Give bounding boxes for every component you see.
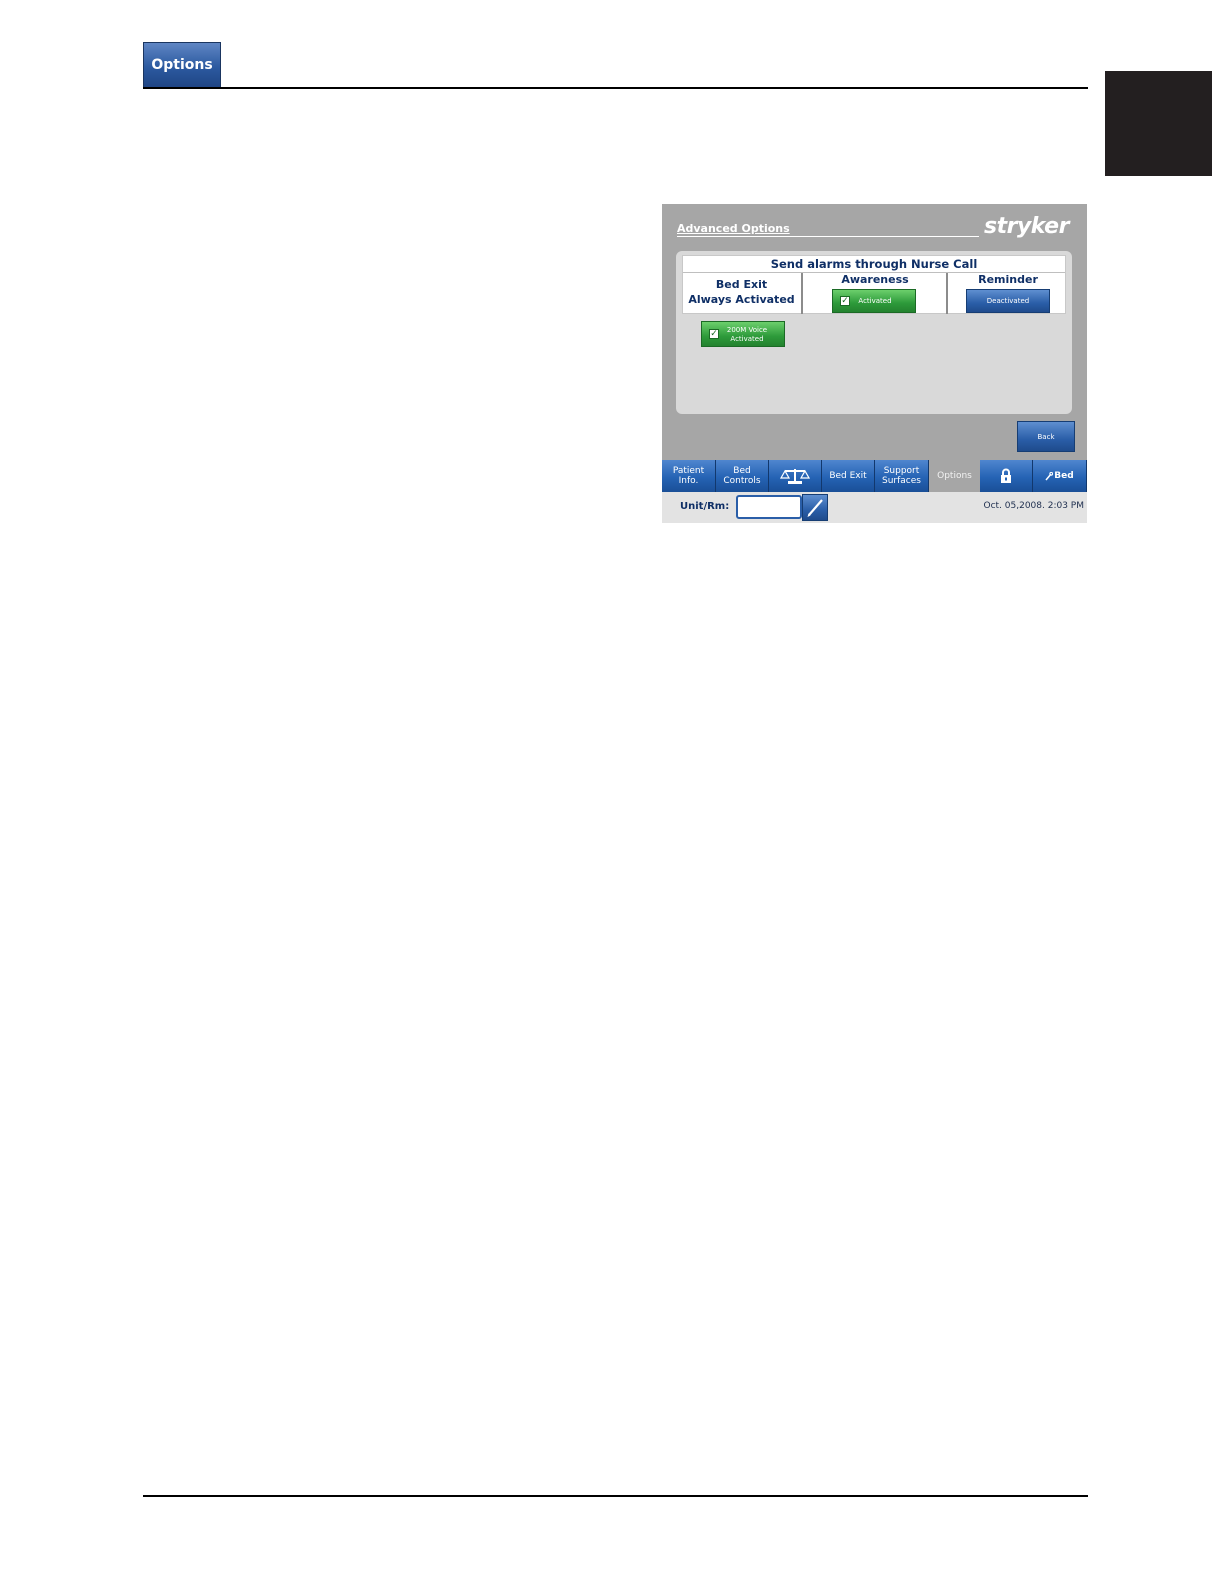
tab-label: Patient [672,466,705,476]
nurse-call-title: Send alarms through Nurse Call [770,257,978,271]
awareness-toggle-label: Activated [858,297,892,305]
voice-toggle-button[interactable]: ✓ 200M Voice Activated [701,321,785,347]
section-tab-options: Options [143,42,221,88]
back-button-label: Back [1037,432,1055,441]
awareness-toggle-button[interactable]: ✓ Activated [832,289,916,313]
checkbox-checked-icon: ✓ [840,296,850,306]
tab-options[interactable]: Options [929,460,980,492]
lock-icon [1001,468,1011,483]
header-rule [143,87,1088,89]
tab-label: Options [937,471,972,481]
edit-unit-button[interactable] [802,494,828,521]
thumb-index-tab [1105,71,1212,176]
date-time: Oct. 05,2008. 2:03 PM [983,501,1085,511]
tab-support-surfaces[interactable]: Support Surfaces [875,460,929,492]
tab-label: Support [883,466,920,476]
tab-label: Surfaces [882,476,921,486]
pencil-icon [807,499,823,517]
advanced-options-screen: Advanced Options stryker Send alarms thr… [662,204,1087,523]
options-panel: Send alarms through Nurse Call Bed Exit … [676,251,1072,414]
voice-toggle-label: 200M Voice [726,326,768,334]
tab-label: Info. [678,476,699,486]
tab-bed-controls[interactable]: Bed Controls [716,460,769,492]
bed-exit-status: Always Activated [688,293,795,306]
tab-label: Bed [1054,471,1074,481]
awareness-column: Awareness ✓ Activated [801,273,947,314]
reminder-toggle-button[interactable]: Deactivated [966,289,1050,313]
tab-label: Controls [723,476,761,486]
tab-lock[interactable] [980,460,1033,492]
reminder-heading: Reminder [978,273,1038,286]
bed-wrench-icon [1045,471,1054,480]
awareness-heading: Awareness [841,273,909,286]
checkbox-checked-icon: ✓ [709,329,719,339]
screen-title: Advanced Options [677,222,790,235]
reminder-toggle-label: Deactivated [986,297,1030,305]
unit-rm-label: Unit/Rm: [680,501,730,512]
tab-bed-service[interactable]: Bed [1033,460,1087,492]
reminder-column: Reminder Deactivated [946,273,1068,314]
stryker-logo: stryker [984,214,1069,239]
title-underline [677,236,979,237]
bed-exit-label: Bed Exit [715,278,768,291]
scale-icon [780,469,810,484]
tab-bed-exit[interactable]: Bed Exit [822,460,875,492]
status-bar: Unit/Rm: Oct. 05,2008. 2:03 PM [662,492,1087,523]
voice-toggle-status: Activated [730,335,764,343]
bottom-tab-bar: Patient Info. Bed Controls Bed Exit Suppor… [662,460,1087,492]
unit-rm-input[interactable] [736,495,802,519]
back-button[interactable]: Back [1017,421,1075,452]
bed-exit-column: Bed Exit Always Activated [683,273,800,314]
section-tab-label: Options [151,57,213,73]
tab-label: Bed [733,466,751,476]
tab-patient-info[interactable]: Patient Info. [662,460,716,492]
footer-rule [143,1495,1088,1497]
nurse-call-box: Send alarms through Nurse Call Bed Exit … [682,255,1066,314]
tab-scale[interactable] [769,460,822,492]
tab-label: Bed Exit [829,471,867,481]
